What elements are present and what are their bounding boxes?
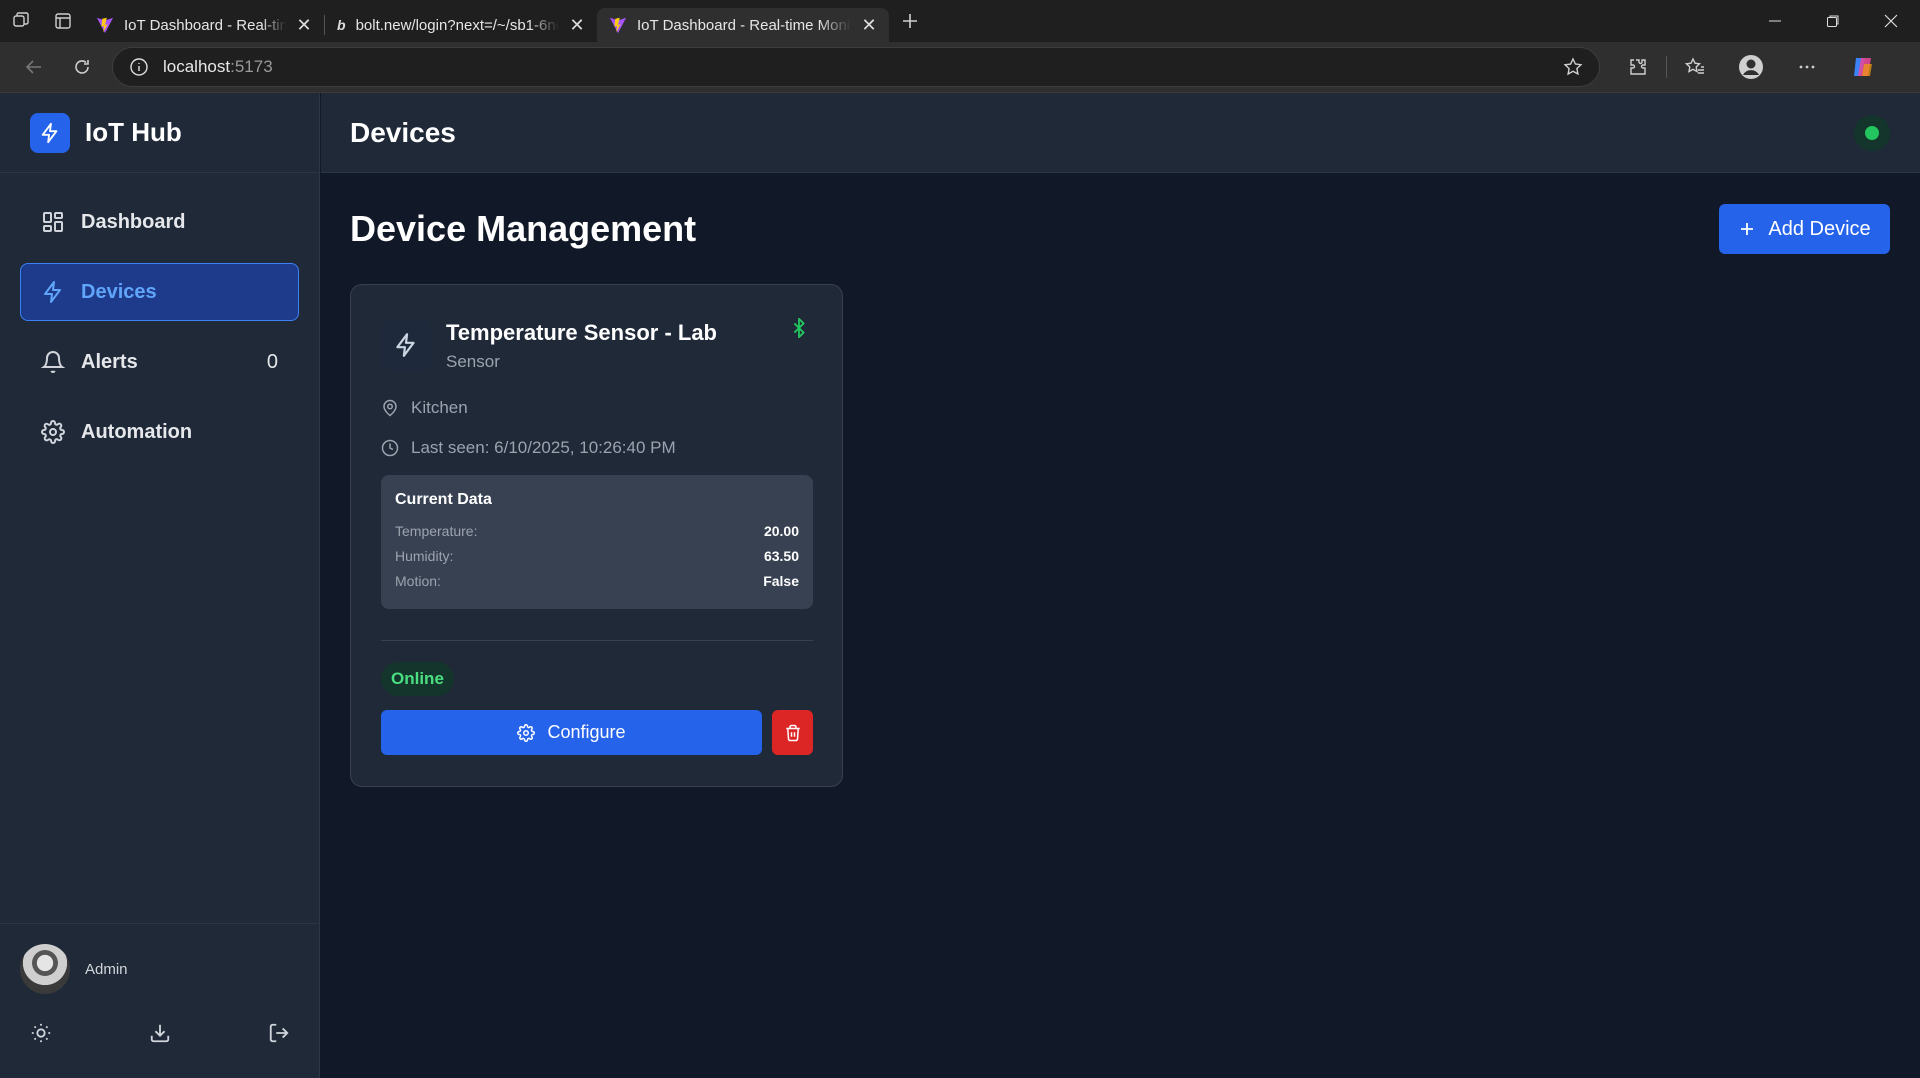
tab-title: IoT Dashboard - Real-time Monitoring (637, 16, 851, 34)
sidebar-item-label: Dashboard (81, 210, 186, 233)
trash-icon (785, 724, 800, 741)
restore-icon[interactable] (1804, 0, 1862, 42)
brand-name: IoT Hub (85, 117, 182, 147)
sidebar-item-label: Devices (81, 280, 157, 303)
window-controls (1746, 0, 1920, 42)
sidebar-item-label: Alerts (81, 350, 138, 373)
browser-tab-1[interactable]: IoT Dashboard - Real-time Monitoring ✕ (84, 8, 324, 42)
avatar (20, 944, 70, 994)
plus-icon (1741, 223, 1754, 235)
user-name: Admin (85, 960, 128, 978)
tab-actions-icon[interactable] (42, 0, 84, 42)
workspaces-icon[interactable] (0, 0, 42, 42)
url-bar[interactable]: localhost:5173 (112, 47, 1600, 87)
connection-status (1854, 115, 1890, 151)
grid-icon (43, 212, 63, 232)
sidebar-item-label: Automation (81, 420, 193, 443)
sidebar: IoT Hub Dashboard Devices Alerts 0 Autom… (0, 93, 320, 1078)
data-row-temperature: Temperature: 20.00 (395, 523, 799, 548)
bluetooth-icon (788, 317, 810, 339)
more-icon[interactable] (1779, 47, 1835, 87)
device-name: Temperature Sensor - Lab (446, 320, 717, 345)
tab-title: bolt.new/login?next=/~/sb1-6nqv (355, 16, 559, 34)
footer-actions (0, 994, 320, 1044)
vite-icon (96, 17, 114, 34)
add-device-label: Add Device (1768, 217, 1871, 240)
configure-label: Configure (547, 722, 626, 742)
sidebar-item-alerts[interactable]: Alerts 0 (20, 333, 299, 391)
brand[interactable]: IoT Hub (0, 93, 319, 173)
extensions-icon[interactable] (1610, 47, 1666, 87)
vite-icon (609, 17, 627, 34)
last-seen-text: Last seen: 6/10/2025, 10:26:40 PM (411, 438, 676, 457)
url-host: localhost (163, 57, 231, 76)
zap-icon (381, 320, 431, 370)
minimize-icon[interactable] (1746, 0, 1804, 42)
page-header-title: Devices (350, 116, 456, 148)
current-data-title: Current Data (395, 491, 492, 508)
back-icon[interactable] (10, 47, 58, 87)
map-pin-icon (383, 399, 397, 417)
site-info-icon[interactable] (129, 57, 149, 77)
sidebar-item-automation[interactable]: Automation (20, 403, 299, 461)
top-bar: Devices (321, 93, 1920, 173)
data-label: Temperature: (395, 523, 478, 539)
card-divider (381, 640, 813, 641)
data-value: False (763, 573, 799, 589)
location-text: Kitchen (411, 398, 468, 417)
device-type: Sensor (446, 352, 500, 371)
close-tab-icon[interactable]: ✕ (569, 15, 585, 36)
current-data-panel: Current Data Temperature: 20.00 Humidity… (381, 475, 813, 609)
new-tab-icon[interactable] (889, 0, 931, 42)
browser-tab-bar: IoT Dashboard - Real-time Monitoring ✕ b… (0, 0, 1920, 42)
browser-tab-2[interactable]: b bolt.new/login?next=/~/sb1-6nqv ✕ (325, 8, 597, 42)
url-port: :5173 (230, 57, 273, 76)
zap-icon (44, 281, 61, 303)
refresh-icon[interactable] (58, 47, 106, 87)
favorites-icon[interactable] (1667, 47, 1723, 87)
bolt-icon: b (337, 17, 346, 33)
data-row-humidity: Humidity: 63.50 (395, 548, 799, 573)
sun-icon[interactable] (30, 1022, 52, 1044)
sidebar-footer: Admin (0, 923, 320, 1078)
sidebar-item-devices[interactable]: Devices (20, 263, 299, 321)
browser-address-bar: localhost:5173 (0, 42, 1920, 93)
browser-tab-3[interactable]: IoT Dashboard - Real-time Monitoring ✕ (597, 8, 889, 42)
tab-title: IoT Dashboard - Real-time Monitoring (124, 16, 286, 34)
data-label: Humidity: (395, 548, 454, 564)
url-text: localhost:5173 (163, 57, 273, 77)
favorite-star-icon[interactable] (1563, 57, 1583, 77)
zap-logo-icon (30, 112, 70, 153)
configure-button[interactable]: Configure (381, 710, 762, 755)
data-value: 20.00 (763, 523, 799, 539)
user-profile[interactable]: Admin (0, 924, 320, 994)
gear-icon (517, 723, 536, 742)
status-dot (1865, 126, 1879, 140)
logout-icon[interactable] (268, 1022, 290, 1044)
sidebar-nav: Dashboard Devices Alerts 0 Automation (0, 173, 319, 461)
data-label: Motion: (395, 573, 441, 589)
profile-icon[interactable] (1723, 47, 1779, 87)
data-row-motion: Motion: False (395, 573, 799, 598)
data-value: 63.50 (763, 548, 799, 564)
close-tab-icon[interactable]: ✕ (296, 15, 312, 36)
copilot-icon[interactable] (1835, 47, 1891, 87)
clock-icon (381, 439, 399, 457)
main-content: Device Management Add Device Temperature… (321, 173, 1920, 1078)
page-title: Device Management (350, 208, 697, 249)
close-window-icon[interactable] (1862, 0, 1920, 42)
browser-toolbar (1610, 47, 1891, 87)
alerts-count: 0 (266, 350, 278, 373)
add-device-button[interactable]: Add Device (1719, 204, 1890, 254)
status-badge: Online (381, 662, 454, 696)
download-icon[interactable] (149, 1022, 171, 1044)
bell-icon (41, 351, 65, 373)
device-last-seen: Last seen: 6/10/2025, 10:26:40 PM (381, 438, 676, 458)
sidebar-item-dashboard[interactable]: Dashboard (20, 193, 299, 251)
device-location: Kitchen (381, 398, 468, 418)
close-tab-icon[interactable]: ✕ (861, 15, 877, 36)
device-card: Temperature Sensor - Lab Sensor Kitchen … (350, 284, 843, 787)
delete-device-button[interactable] (772, 710, 813, 755)
gear-icon (41, 420, 65, 444)
